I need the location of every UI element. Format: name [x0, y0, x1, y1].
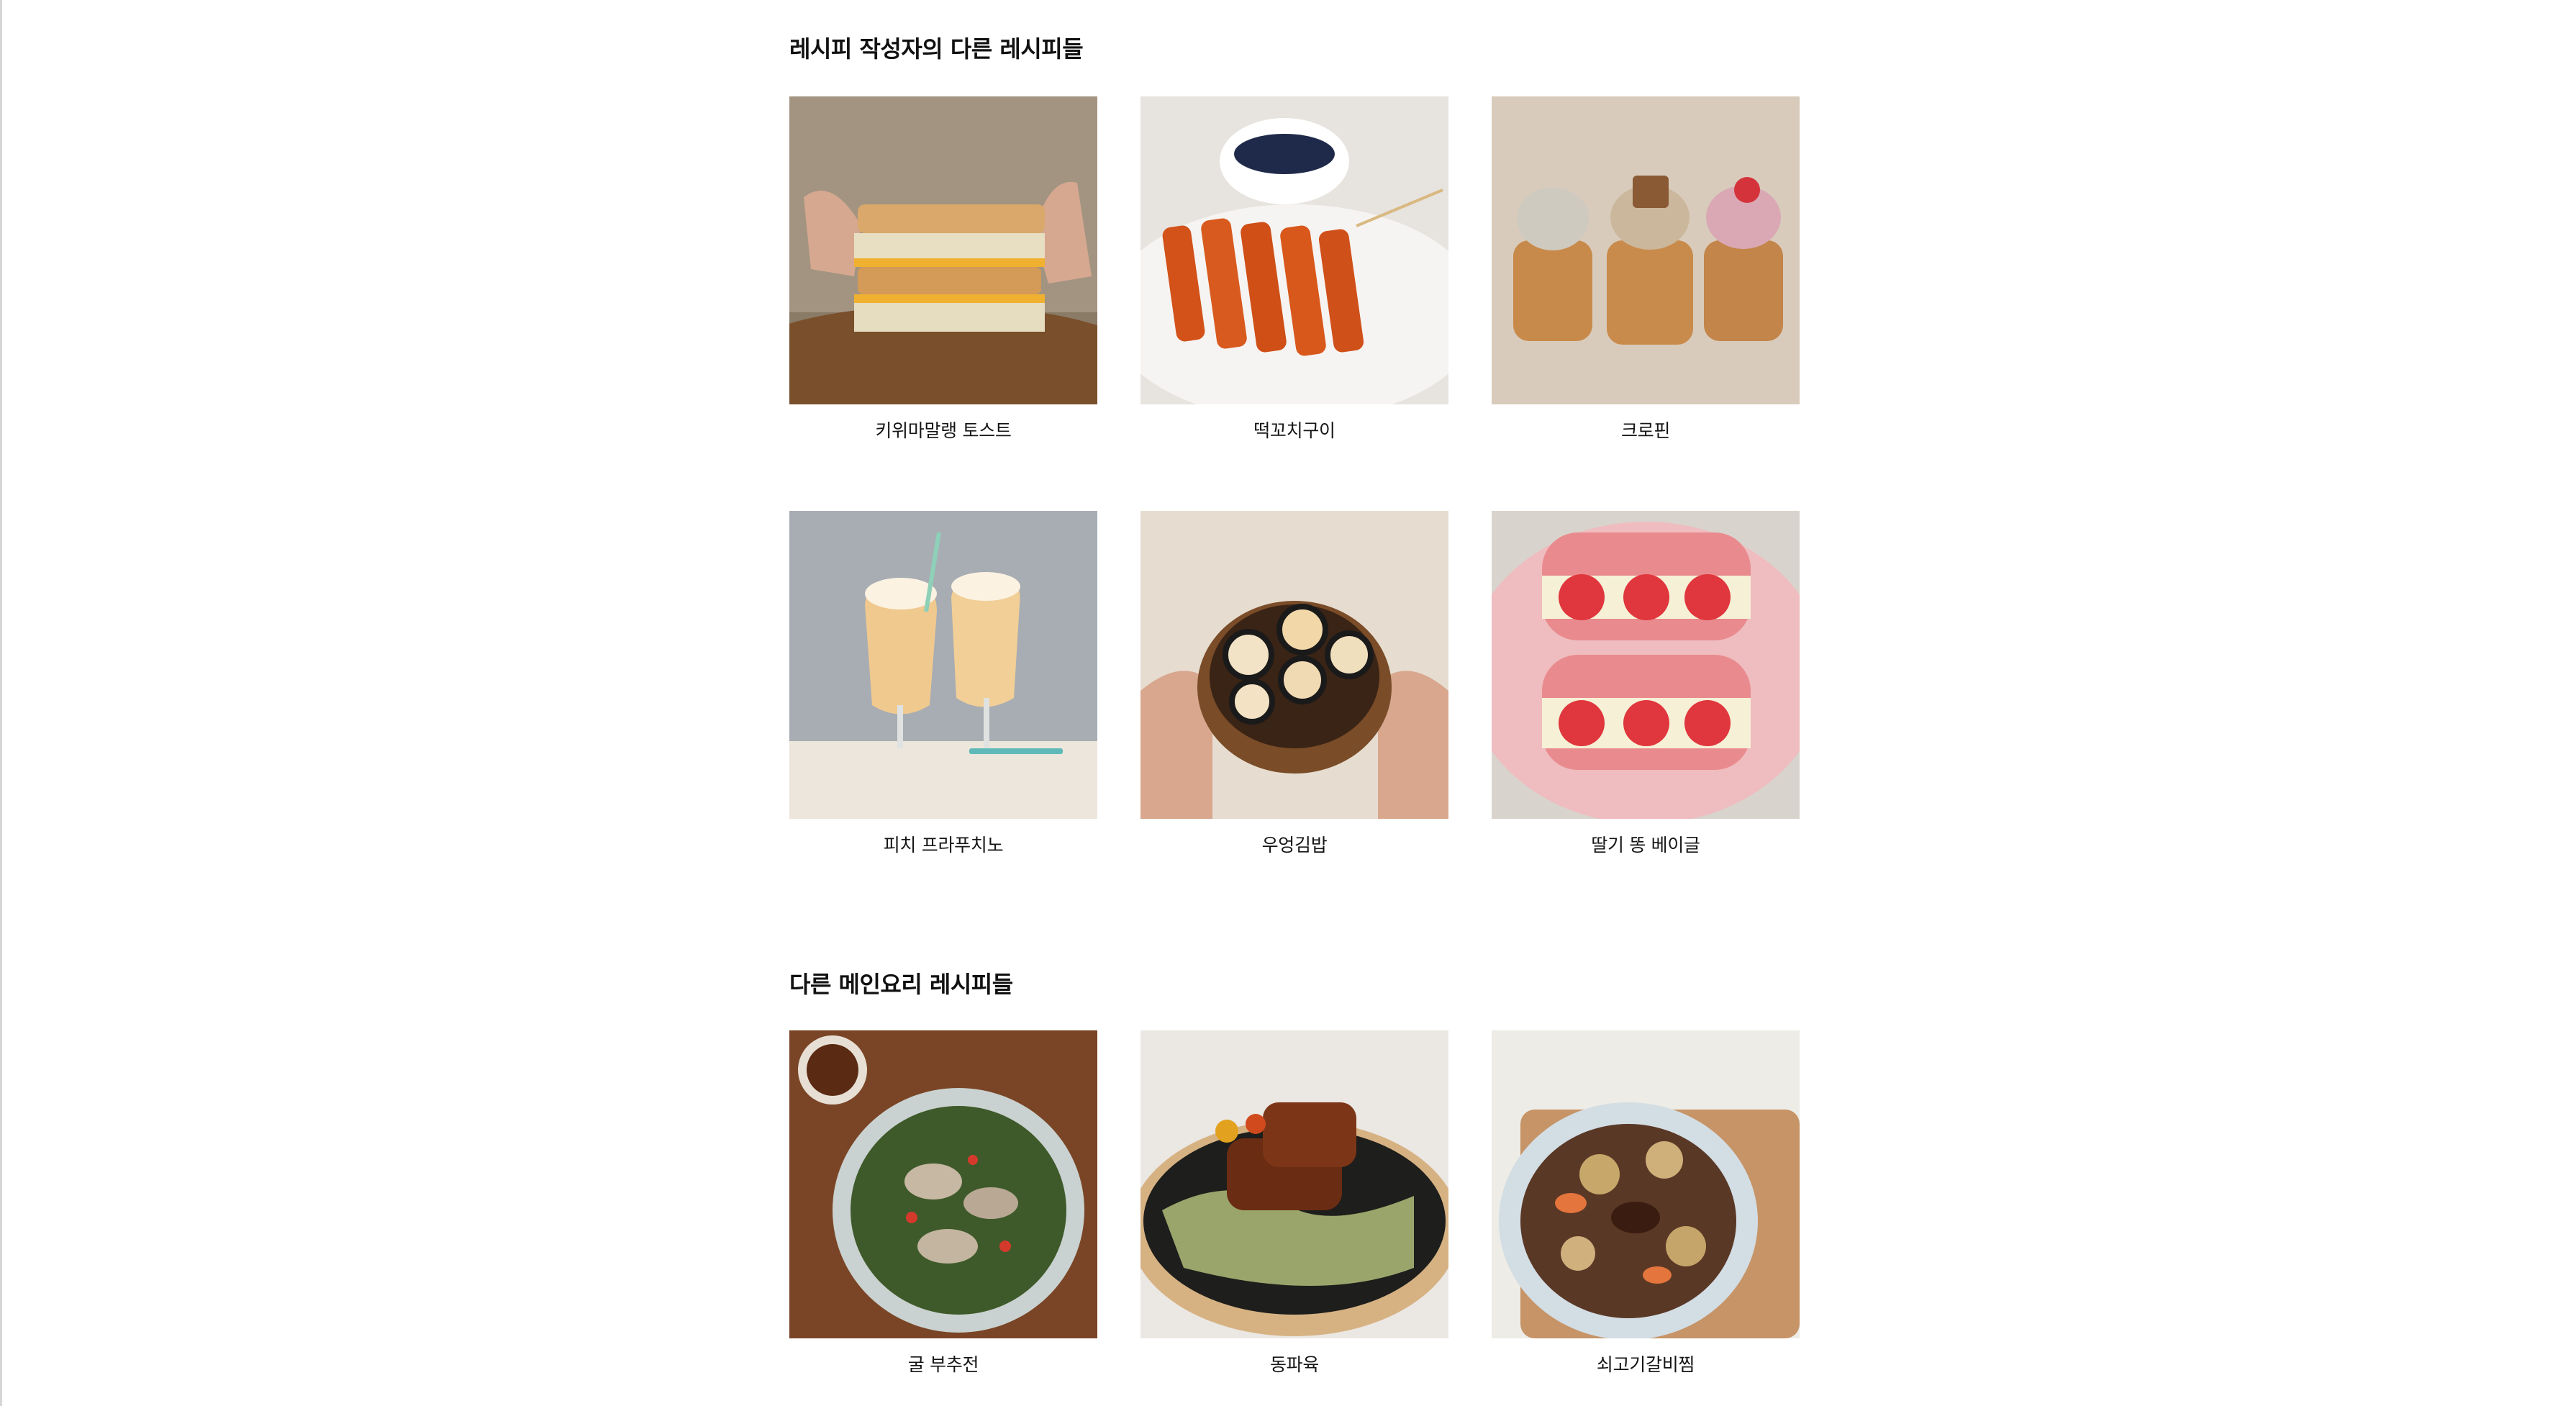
- recipe-photo[interactable]: [1492, 96, 1800, 404]
- recipe-title[interactable]: 크로핀: [1492, 420, 1800, 442]
- recipe-photo[interactable]: [789, 511, 1097, 819]
- recipe-card[interactable]: 굴 부추전: [789, 1030, 1097, 1376]
- recipe-photo[interactable]: [1140, 1030, 1448, 1338]
- author-recipes-grid: 키위마말랭 토스트 떡꼬치구이 크로핀 피치 프라푸치노 우엉김밥 딸기 똥 베…: [789, 96, 1800, 856]
- recipe-card[interactable]: 쇠고기갈비찜: [1492, 1030, 1800, 1376]
- section-title-author-recipes: 레시피 작성자의 다른 레시피들: [789, 35, 1084, 63]
- recipe-card[interactable]: 우엉김밥: [1140, 511, 1448, 856]
- recipe-title[interactable]: 떡꼬치구이: [1140, 420, 1448, 442]
- recipe-card[interactable]: 크로핀: [1492, 96, 1800, 442]
- recipe-card[interactable]: 피치 프라푸치노: [789, 511, 1097, 856]
- recipe-title[interactable]: 우엉김밥: [1140, 835, 1448, 856]
- recipe-card[interactable]: 딸기 똥 베이글: [1492, 511, 1800, 856]
- recipe-card[interactable]: 동파육: [1140, 1030, 1448, 1376]
- recipe-card[interactable]: 키위마말랭 토스트: [789, 96, 1097, 442]
- main-dish-recipes-grid: 굴 부추전 동파육 쇠고기갈비찜: [789, 1030, 1800, 1376]
- page: 레시피 작성자의 다른 레시피들 키위마말랭 토스트 떡꼬치구이 크로핀 피치 …: [0, 0, 2576, 1406]
- recipe-title[interactable]: 굴 부추전: [789, 1354, 1097, 1376]
- recipe-photo[interactable]: [1140, 96, 1448, 404]
- recipe-title[interactable]: 동파육: [1140, 1354, 1448, 1376]
- recipe-photo[interactable]: [789, 1030, 1097, 1338]
- recipe-title[interactable]: 쇠고기갈비찜: [1492, 1354, 1800, 1376]
- recipe-title[interactable]: 키위마말랭 토스트: [789, 420, 1097, 442]
- recipe-photo[interactable]: [789, 96, 1097, 404]
- recipe-card[interactable]: 떡꼬치구이: [1140, 96, 1448, 442]
- recipe-photo[interactable]: [1492, 1030, 1800, 1338]
- recipe-photo[interactable]: [1140, 511, 1448, 819]
- recipe-photo[interactable]: [1492, 511, 1800, 819]
- recipe-title[interactable]: 딸기 똥 베이글: [1492, 835, 1800, 856]
- section-title-main-dish-recipes: 다른 메인요리 레시피들: [789, 971, 1013, 998]
- recipe-title[interactable]: 피치 프라푸치노: [789, 835, 1097, 856]
